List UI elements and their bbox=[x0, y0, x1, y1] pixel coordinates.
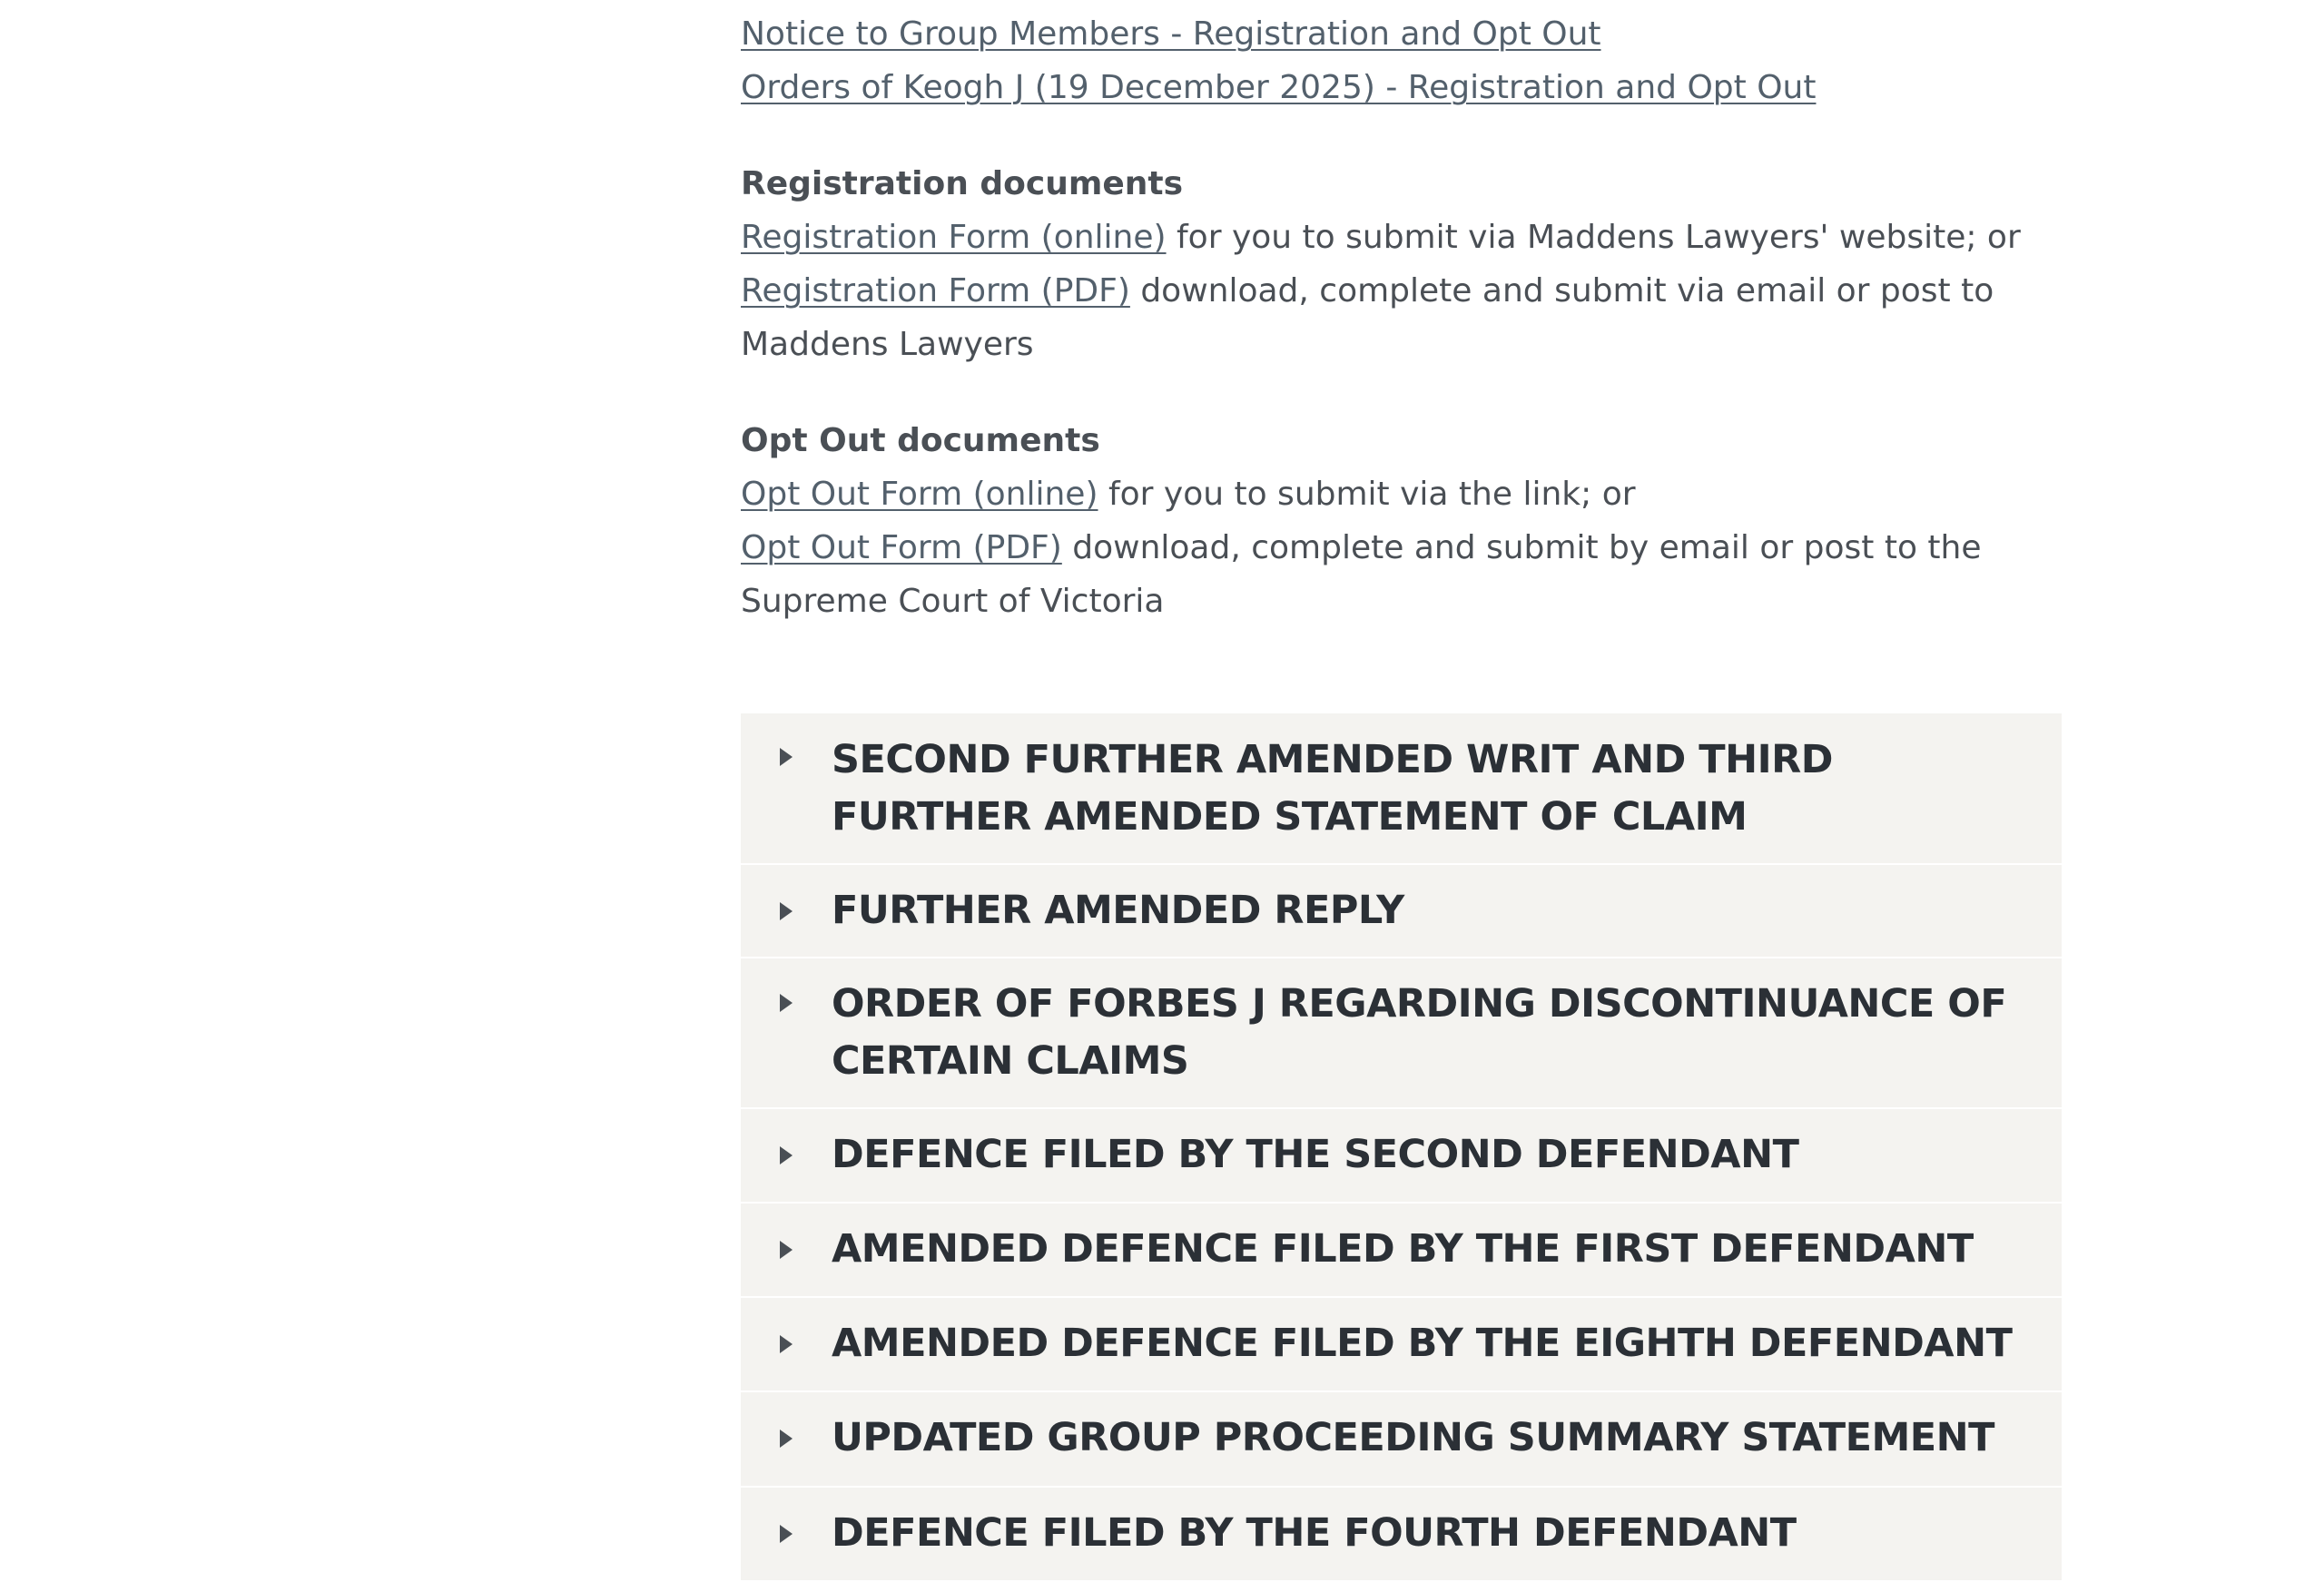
opt-out-pdf-line: Opt Out Form (PDF) download, complete an… bbox=[741, 521, 2062, 628]
accordion-item-order-forbes-j[interactable]: ORDER OF FORBES J REGARDING DISCONTINUAN… bbox=[741, 958, 2062, 1109]
caret-right-icon bbox=[741, 1298, 832, 1354]
orders-keogh-link[interactable]: Orders of Keogh J (19 December 2025) - R… bbox=[741, 69, 1816, 106]
caret-right-icon bbox=[741, 713, 832, 767]
opt-out-online-line: Opt Out Form (online) for you to submit … bbox=[741, 467, 2062, 521]
opt-out-online-text: for you to submit via the link; or bbox=[1098, 476, 1636, 513]
accordion-item-defence-second-defendant[interactable]: DEFENCE FILED BY THE SECOND DEFENDANT bbox=[741, 1109, 2062, 1204]
accordion-title: ORDER OF FORBES J REGARDING DISCONTINUAN… bbox=[832, 981, 2007, 1084]
accordion-item-amended-defence-eighth-defendant[interactable]: AMENDED DEFENCE FILED BY THE EIGHTH DEFE… bbox=[741, 1298, 2062, 1392]
opt-out-form-online-link[interactable]: Opt Out Form (online) bbox=[741, 476, 1098, 513]
registration-online-text: for you to submit via Maddens Lawyers' w… bbox=[1166, 219, 2021, 256]
accordion-title: AMENDED DEFENCE FILED BY THE FIRST DEFEN… bbox=[832, 1226, 1974, 1272]
accordion-title: FURTHER AMENDED REPLY bbox=[832, 888, 1404, 933]
accordion-item-amended-defence-first-defendant[interactable]: AMENDED DEFENCE FILED BY THE FIRST DEFEN… bbox=[741, 1204, 2062, 1298]
registration-form-online-link[interactable]: Registration Form (online) bbox=[741, 219, 1167, 256]
caret-right-icon bbox=[741, 1392, 832, 1449]
accordion-item-further-amended-reply[interactable]: FURTHER AMENDED REPLY bbox=[741, 865, 2062, 958]
documents-accordion: SECOND FURTHER AMENDED WRIT AND THIRD FU… bbox=[741, 713, 2062, 1582]
caret-right-icon bbox=[741, 958, 832, 1013]
accordion-title: UPDATED GROUP PROCEEDING SUMMARY STATEME… bbox=[832, 1415, 1994, 1460]
registration-documents-heading: Registration documents bbox=[741, 165, 1184, 202]
opt-out-documents-heading: Opt Out documents bbox=[741, 422, 1100, 459]
opt-out-form-pdf-link[interactable]: Opt Out Form (PDF) bbox=[741, 529, 1062, 566]
opt-out-documents-block: Opt Out documents Opt Out Form (online) … bbox=[741, 414, 2062, 628]
notice-link-line: Notice to Group Members - Registration a… bbox=[741, 7, 2062, 61]
caret-right-icon bbox=[741, 865, 832, 921]
caret-right-icon bbox=[741, 1488, 832, 1544]
accordion-title: DEFENCE FILED BY THE SECOND DEFENDANT bbox=[832, 1132, 1799, 1177]
accordion-item-defence-fourth-defendant[interactable]: DEFENCE FILED BY THE FOURTH DEFENDANT bbox=[741, 1488, 2062, 1582]
registration-online-line: Registration Form (online) for you to su… bbox=[741, 211, 2062, 264]
accordion-item-writ-statement-of-claim[interactable]: SECOND FURTHER AMENDED WRIT AND THIRD FU… bbox=[741, 713, 2062, 865]
caret-right-icon bbox=[741, 1109, 832, 1165]
registration-pdf-line: Registration Form (PDF) download, comple… bbox=[741, 264, 2062, 371]
accordion-title: SECOND FURTHER AMENDED WRIT AND THIRD FU… bbox=[832, 737, 1833, 840]
document-links-section: Notice to Group Members - Registration a… bbox=[741, 7, 2062, 628]
registration-documents-block: Registration documents Registration Form… bbox=[741, 157, 2062, 371]
orders-link-line: Orders of Keogh J (19 December 2025) - R… bbox=[741, 61, 2062, 114]
accordion-title: DEFENCE FILED BY THE FOURTH DEFENDANT bbox=[832, 1510, 1797, 1556]
accordion-item-updated-summary-statement[interactable]: UPDATED GROUP PROCEEDING SUMMARY STATEME… bbox=[741, 1392, 2062, 1488]
notice-to-group-members-link[interactable]: Notice to Group Members - Registration a… bbox=[741, 15, 1601, 53]
caret-right-icon bbox=[741, 1204, 832, 1260]
accordion-title: AMENDED DEFENCE FILED BY THE EIGHTH DEFE… bbox=[832, 1321, 2013, 1366]
registration-form-pdf-link[interactable]: Registration Form (PDF) bbox=[741, 272, 1130, 310]
